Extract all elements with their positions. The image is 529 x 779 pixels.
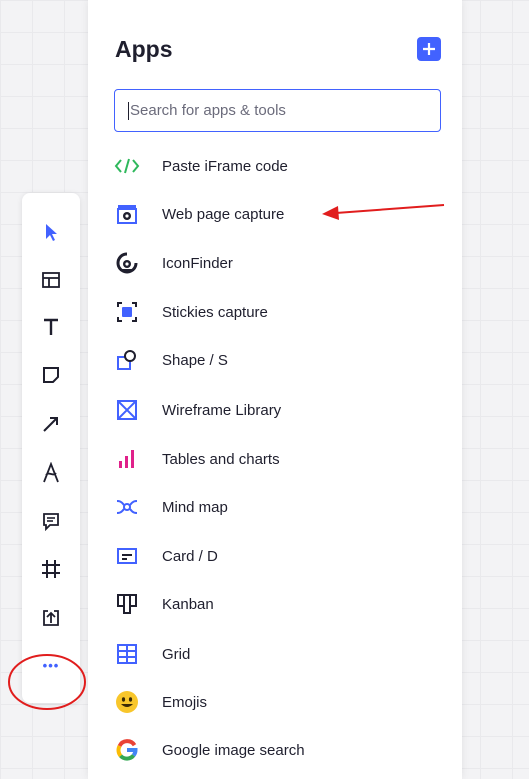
app-label: Google image search — [162, 741, 305, 759]
page-title: Apps — [115, 36, 173, 62]
app-label: Mind map — [162, 498, 228, 516]
app-item-google-image-search[interactable]: Google image search — [114, 732, 444, 768]
emoji-icon — [114, 689, 140, 715]
frame-icon[interactable] — [22, 552, 80, 586]
iconfinder-icon — [114, 250, 140, 276]
kanban-icon — [114, 591, 140, 617]
select-cursor-icon[interactable] — [22, 215, 80, 249]
app-label: Shape / S — [162, 351, 228, 369]
app-item-iconfinder[interactable]: IconFinder — [114, 245, 444, 281]
text-icon[interactable] — [22, 310, 80, 344]
left-toolbar: ••• — [22, 193, 80, 703]
stickies-capture-icon — [114, 299, 140, 325]
plus-icon — [423, 43, 435, 55]
search-input[interactable]: Search for apps & tools — [114, 89, 441, 132]
app-label: Paste iFrame code — [162, 157, 288, 175]
app-item-mind-map[interactable]: Mind map — [114, 489, 444, 525]
app-item-stickies-capture[interactable]: Stickies capture — [114, 294, 444, 330]
sticky-note-icon[interactable] — [22, 358, 80, 392]
comment-icon[interactable] — [22, 504, 80, 538]
app-item-tables-and-charts[interactable]: Tables and charts — [114, 441, 444, 477]
google-icon — [114, 737, 140, 763]
apps-panel: Apps Search for apps & tools Paste iFram… — [88, 0, 462, 779]
app-label: Emojis — [162, 693, 208, 711]
app-label: Tables and charts — [162, 450, 280, 468]
grid-icon — [114, 641, 140, 667]
shape-icon — [114, 347, 140, 373]
app-item-card[interactable]: Card / D — [114, 538, 444, 574]
templates-icon[interactable] — [22, 263, 80, 297]
add-app-button[interactable] — [417, 37, 441, 61]
webpage-capture-icon — [114, 201, 140, 227]
wireframe-icon — [114, 397, 140, 423]
arrow-icon[interactable] — [22, 407, 80, 441]
text-caret — [128, 101, 129, 120]
app-item-web-page-capture[interactable]: Web page capture — [114, 196, 444, 232]
bar-chart-icon — [114, 446, 140, 472]
search-placeholder: Search for apps & tools — [130, 102, 286, 119]
app-label: Wireframe Library — [162, 401, 282, 419]
app-label: Kanban — [162, 595, 214, 613]
app-item-wireframe-library[interactable]: Wireframe Library — [114, 392, 444, 428]
more-icon[interactable]: ••• — [22, 648, 80, 682]
app-label: Card / D — [162, 547, 218, 565]
pen-icon[interactable] — [22, 456, 80, 490]
card-icon — [114, 543, 140, 569]
app-item-grid[interactable]: Grid — [114, 636, 444, 672]
upload-icon[interactable] — [22, 601, 80, 635]
app-item-paste-iframe-code[interactable]: Paste iFrame code — [114, 148, 444, 184]
mind-map-icon — [114, 494, 140, 520]
app-label: Grid — [162, 645, 191, 663]
app-item-kanban[interactable]: Kanban — [114, 586, 444, 622]
code-icon — [114, 153, 140, 179]
app-item-emojis[interactable]: Emojis — [114, 684, 444, 720]
app-label: Stickies capture — [162, 303, 268, 321]
app-label: Web page capture — [162, 205, 285, 223]
app-label: IconFinder — [162, 254, 233, 272]
app-item-shape[interactable]: Shape / S — [114, 342, 444, 378]
